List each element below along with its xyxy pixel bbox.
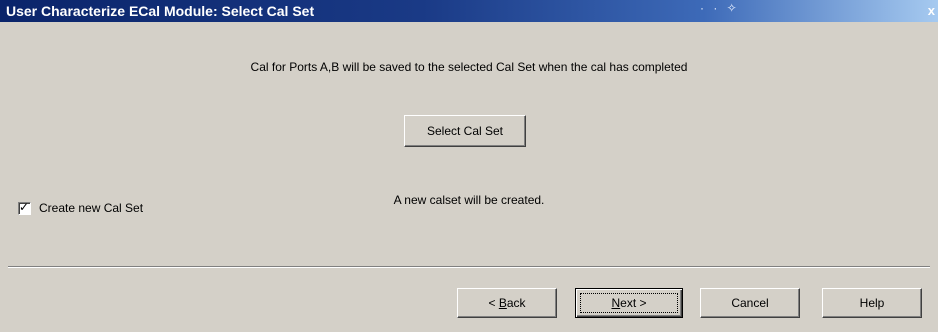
separator-line [8, 266, 930, 268]
save-info-message: Cal for Ports A,B will be saved to the s… [250, 60, 688, 74]
help-button[interactable]: Help [822, 288, 922, 318]
title-decoration: · · ✧ [700, 1, 740, 15]
select-cal-set-button[interactable]: Select Cal Set [404, 115, 526, 147]
title-bar[interactable]: User Characterize ECal Module: Select Ca… [0, 0, 938, 22]
select-cal-set-dialog: User Characterize ECal Module: Select Ca… [0, 0, 938, 332]
calset-status-text: A new calset will be created. [393, 193, 545, 207]
window-title: User Characterize ECal Module: Select Ca… [6, 3, 315, 19]
back-prefix: < [488, 296, 499, 310]
back-button[interactable]: < Back [457, 288, 557, 318]
next-button[interactable]: Next > [575, 288, 683, 318]
back-accelerator: B [498, 296, 507, 310]
focus-rectangle [580, 293, 678, 313]
back-label-rest: ack [506, 296, 526, 310]
close-icon[interactable]: x [928, 2, 935, 20]
cancel-button[interactable]: Cancel [700, 288, 800, 318]
